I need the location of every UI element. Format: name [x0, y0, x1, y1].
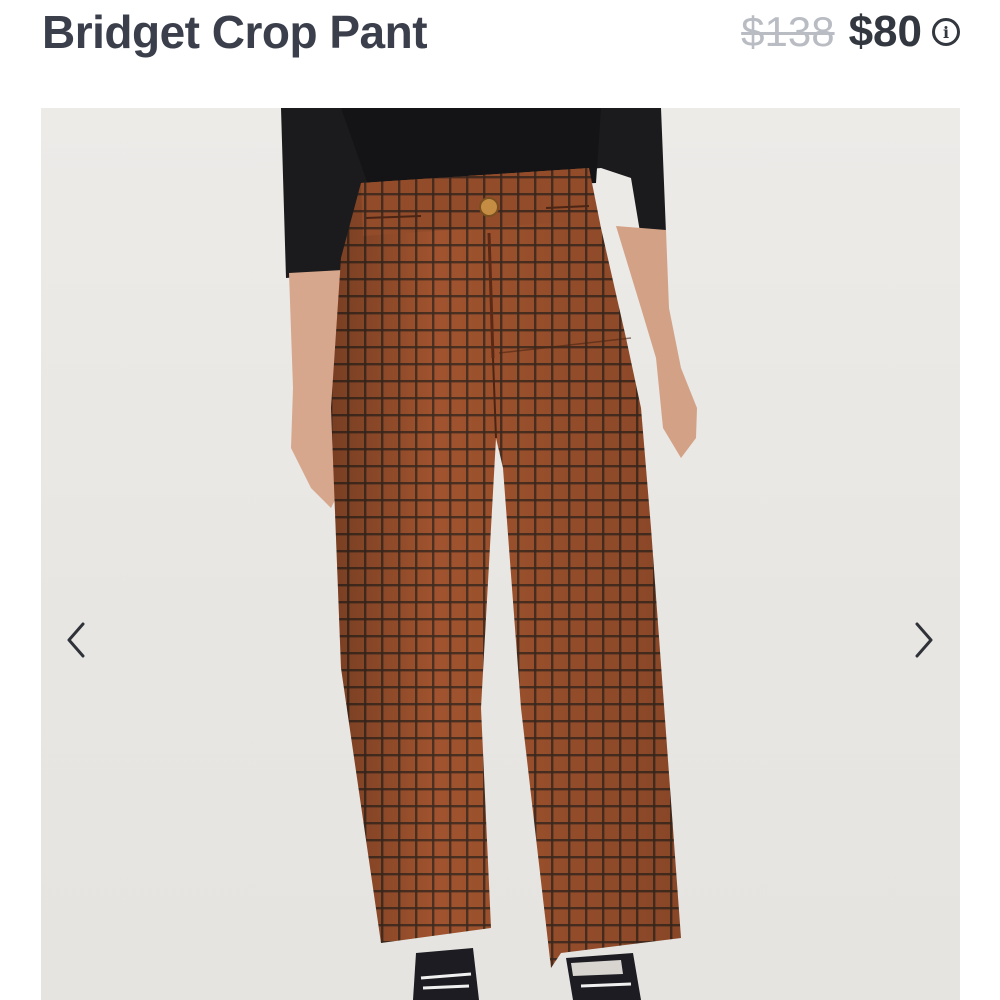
product-photo — [281, 108, 697, 1000]
gallery-next-button[interactable] — [904, 610, 944, 670]
sale-price: $80 — [848, 7, 922, 56]
chevron-right-icon — [915, 622, 933, 658]
original-price: $138 — [741, 8, 835, 55]
product-image-gallery[interactable] — [41, 108, 960, 1000]
price-block: $138 $80 i — [741, 4, 960, 60]
product-title: Bridget Crop Pant — [42, 6, 428, 58]
info-icon[interactable]: i — [932, 18, 960, 46]
gallery-prev-button[interactable] — [56, 610, 96, 670]
chevron-left-icon — [67, 622, 85, 658]
product-header: Bridget Crop Pant $138 $80 i — [0, 0, 1000, 80]
